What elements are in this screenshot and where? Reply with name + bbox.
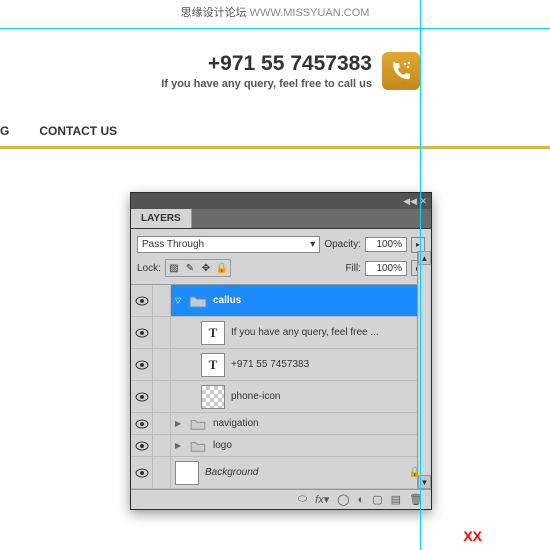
link-layers-icon[interactable]: ⬭ xyxy=(298,493,307,506)
layer-row-text1[interactable]: TIf you have any query, feel free ... xyxy=(131,317,431,349)
layers-panel[interactable]: ◀◀ ✕ LAYERS Pass Through▾ Opacity: 100% … xyxy=(130,192,432,510)
phone-number: +971 55 7457383 xyxy=(161,52,372,76)
phone-icon xyxy=(382,52,420,90)
panel-collapse-bar[interactable]: ◀◀ ✕ xyxy=(131,193,431,209)
navigation-bar: G CONTACT US xyxy=(0,94,550,149)
visibility-toggle[interactable] xyxy=(131,435,153,456)
lock-pixels-icon[interactable]: ✎ xyxy=(183,261,197,275)
watermark-en: WWW.MISSYUAN.COM xyxy=(250,7,370,19)
fill-input[interactable]: 100% xyxy=(365,261,407,276)
watermark: 思缘设计论坛 WWW.MISSYUAN.COM xyxy=(0,0,550,24)
text-layer-icon: T xyxy=(201,321,225,345)
twisty-icon[interactable]: ▶ xyxy=(175,419,183,428)
visibility-toggle[interactable] xyxy=(131,317,153,348)
bitmap-layer-icon xyxy=(201,385,225,409)
folder-icon xyxy=(189,438,207,454)
chevron-down-icon: ▾ xyxy=(310,239,315,250)
twisty-icon[interactable]: ▶ xyxy=(175,441,183,450)
visibility-toggle[interactable] xyxy=(131,381,153,412)
lock-label: Lock: xyxy=(137,263,161,274)
folder-icon xyxy=(189,416,207,432)
text-layer-icon: T xyxy=(201,353,225,377)
twisty-icon[interactable]: ▽ xyxy=(175,296,183,305)
marker-xx: XX xyxy=(463,528,482,544)
layer-row-callus[interactable]: ▽callus xyxy=(131,285,431,317)
opacity-label: Opacity: xyxy=(324,239,361,250)
layers-list: ▽callus TIf you have any query, feel fre… xyxy=(131,284,431,489)
watermark-cn: 思缘设计论坛 xyxy=(181,7,247,19)
visibility-toggle[interactable] xyxy=(131,349,153,380)
new-layer-icon[interactable]: ▤ xyxy=(391,493,401,506)
phone-subtext: If you have any query, feel free to call… xyxy=(161,78,372,90)
layer-row-text2[interactable]: T+971 55 7457383 xyxy=(131,349,431,381)
adjustment-layer-icon[interactable]: ◐ xyxy=(358,494,365,506)
layer-row-background[interactable]: Background🔒 xyxy=(131,457,431,489)
layer-row-phoneicon[interactable]: phone-icon xyxy=(131,381,431,413)
opacity-input[interactable]: 100% xyxy=(365,237,407,252)
fill-label: Fill: xyxy=(345,263,361,274)
blend-mode-select[interactable]: Pass Through▾ xyxy=(137,236,320,253)
phone-block: +971 55 7457383 If you have any query, f… xyxy=(161,52,372,90)
fx-icon[interactable]: fx▾ xyxy=(315,493,329,506)
folder-icon xyxy=(189,289,207,313)
ruler-guide-vertical[interactable] xyxy=(420,0,421,550)
bg-layer-icon xyxy=(175,461,199,485)
lock-transparency-icon[interactable]: ▨ xyxy=(167,261,181,275)
ruler-guide-horizontal[interactable] xyxy=(0,28,550,29)
collapse-icon[interactable]: ◀◀ ✕ xyxy=(403,196,427,207)
lock-buttons: ▨ ✎ ✥ 🔒 xyxy=(165,259,231,277)
layer-row-navigation[interactable]: ▶navigation xyxy=(131,413,431,435)
nav-item-contact[interactable]: CONTACT US xyxy=(39,124,117,138)
lock-all-icon[interactable]: 🔒 xyxy=(215,261,229,275)
layer-mask-icon[interactable]: ◯ xyxy=(337,493,349,506)
visibility-toggle[interactable] xyxy=(131,285,153,316)
layer-row-logo[interactable]: ▶logo xyxy=(131,435,431,457)
layers-tab[interactable]: LAYERS xyxy=(131,209,192,228)
panel-footer: ⬭ fx▾ ◯ ◐ ▢ ▤ 🗑 xyxy=(131,489,431,509)
visibility-toggle[interactable] xyxy=(131,457,153,488)
nav-item-g[interactable]: G xyxy=(0,124,9,138)
new-group-icon[interactable]: ▢ xyxy=(372,493,382,506)
lock-position-icon[interactable]: ✥ xyxy=(199,261,213,275)
visibility-toggle[interactable] xyxy=(131,413,153,434)
callus-header: +971 55 7457383 If you have any query, f… xyxy=(0,24,550,94)
